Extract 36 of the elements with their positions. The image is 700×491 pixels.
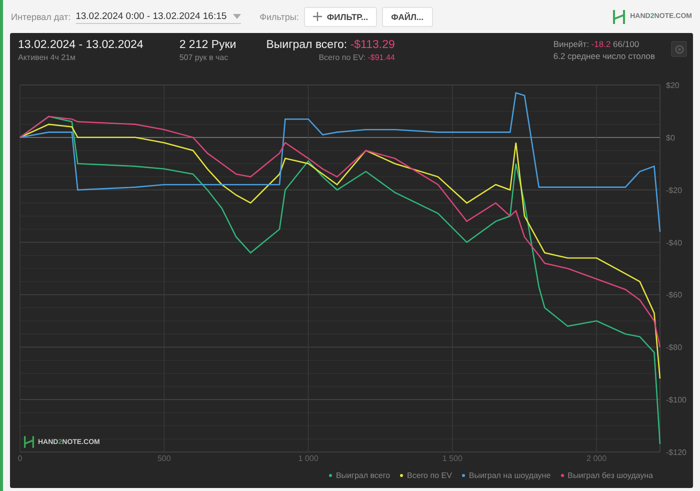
logo-icon	[24, 436, 34, 448]
total-won-text: Выиграл всего: -$113.29	[266, 39, 395, 51]
hands-rate-text: 507 рук в час	[179, 53, 230, 62]
x-axis-label: 0	[18, 454, 22, 463]
legend-label: Выиграл всего	[336, 471, 390, 480]
add-filter-button[interactable]: ФИЛЬТР...	[304, 6, 378, 26]
x-axis-label: 2 000	[586, 454, 607, 463]
active-time-text: Активен 4ч 21м	[18, 53, 77, 62]
file-button[interactable]: ФАЙЛ...	[382, 6, 432, 26]
date-range-dropdown[interactable]: 13.02.2024 0:00 - 13.02.2024 16:15	[76, 10, 241, 24]
x-axis-label: 1 500	[442, 454, 462, 463]
legend-label: Всего по EV	[407, 471, 452, 480]
y-axis-label: -$120	[666, 448, 686, 457]
y-axis-label: $0	[666, 133, 675, 142]
date-range-label: Интервал дат:	[11, 12, 71, 22]
plus-icon	[312, 12, 322, 21]
logo-icon	[613, 10, 626, 24]
y-axis-label: -$40	[666, 238, 682, 248]
y-axis-label: -$60	[666, 290, 682, 300]
x-axis-label: 500	[157, 454, 171, 463]
tables-average-text: 6.2 среднее число столов	[553, 51, 655, 61]
x-axis-label: 1 000	[298, 454, 318, 463]
winrate-text: Винрейт: -18.2 66/100	[553, 39, 640, 49]
hands-count: 2 212 Руки	[179, 39, 236, 51]
legend-label: Выиграл без шоудауна	[568, 471, 653, 480]
filters-label: Фильтры:	[260, 12, 299, 22]
legend-label: Выиграл на шоудауне	[468, 471, 551, 480]
y-axis-label: -$100	[666, 396, 686, 405]
period-text: 13.02.2024 - 13.02.2024	[18, 39, 144, 51]
caret-icon	[232, 14, 241, 18]
y-axis-label: -$20	[666, 186, 682, 195]
settings-icon	[674, 44, 684, 54]
ev-total-text: Всего по EV: -$91.44	[318, 53, 395, 62]
y-axis-label: $20	[666, 81, 680, 90]
settings-button[interactable]	[671, 41, 687, 57]
y-axis-label: -$80	[666, 343, 682, 352]
